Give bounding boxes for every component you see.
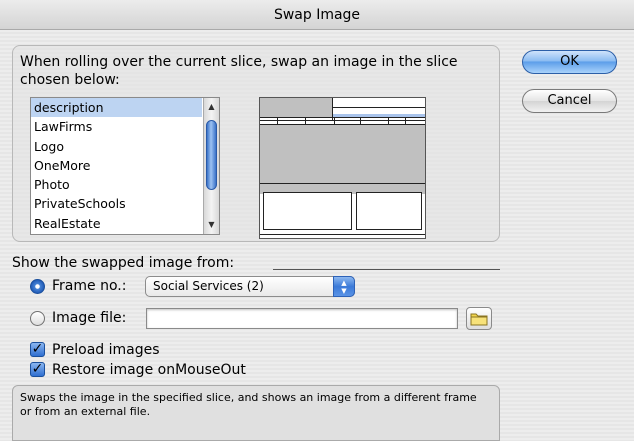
preview-divider [260,234,425,235]
cancel-button[interactable]: Cancel [522,89,617,113]
preload-checkbox[interactable]: ✓ [30,342,45,357]
slice-preview [259,97,426,239]
checkmark-icon: ✓ [31,341,44,357]
slice-list-item-lawfirms[interactable]: LawFirms [31,117,202,136]
scroll-down-arrow-icon[interactable]: ▼ [204,218,219,232]
restore-label[interactable]: Restore image onMouseOut [52,361,246,379]
preview-divider [333,107,425,108]
preview-slice-description [260,98,333,117]
slice-list-item-realestate[interactable]: RealEstate [31,214,202,233]
preview-divider [388,117,389,124]
frame-select[interactable]: Social Services (2) ▲ ▼ [145,276,355,297]
preview-divider [305,117,306,124]
preview-divider [260,117,425,118]
browse-folder-button[interactable] [466,307,492,330]
preview-divider [334,117,335,124]
slice-list-scrollbar[interactable]: ▲ ▼ [203,98,219,234]
preview-divider [260,120,425,121]
slice-list[interactable]: description LawFirms Logo OneMore Photo … [30,97,220,235]
frame-radio[interactable] [30,279,45,294]
slice-list-item-onemore[interactable]: OneMore [31,156,202,175]
slice-prompt: When rolling over the current slice, swa… [20,54,458,88]
preview-slice-bottom-left [263,192,352,230]
preview-slice-bottom-right [356,192,422,230]
preview-slice-photo [260,124,425,184]
slice-list-item-photo[interactable]: Photo [31,175,202,194]
help-text: Swaps the image in the specified slice, … [20,391,477,418]
up-down-arrows-icon: ▲ ▼ [333,276,355,297]
image-file-radio[interactable] [30,311,45,326]
source-heading: Show the swapped image from: [12,255,235,271]
preview-divider [405,117,406,124]
source-separator [273,269,500,270]
checkmark-icon: ✓ [31,361,44,377]
folder-icon [470,313,488,326]
frame-select-value: Social Services (2) [153,279,264,293]
preload-label[interactable]: Preload images [52,341,160,359]
title-bar: Swap Image [0,0,634,30]
image-file-radio-label[interactable]: Image file: [52,309,126,327]
preview-divider [277,117,278,124]
scroll-up-arrow-icon[interactable]: ▲ [204,100,219,114]
ok-button[interactable]: OK [522,50,617,74]
restore-checkbox[interactable]: ✓ [30,362,45,377]
slice-list-item-description[interactable]: description [31,98,202,118]
slice-list-item-logo[interactable]: Logo [31,137,202,156]
image-file-input[interactable] [146,308,458,329]
preview-divider [360,117,361,124]
window-title: Swap Image [273,7,361,23]
frame-radio-label[interactable]: Frame no.: [52,277,126,295]
slice-list-item-privateschools[interactable]: PrivateSchools [31,194,202,213]
scroll-thumb[interactable] [206,120,217,190]
